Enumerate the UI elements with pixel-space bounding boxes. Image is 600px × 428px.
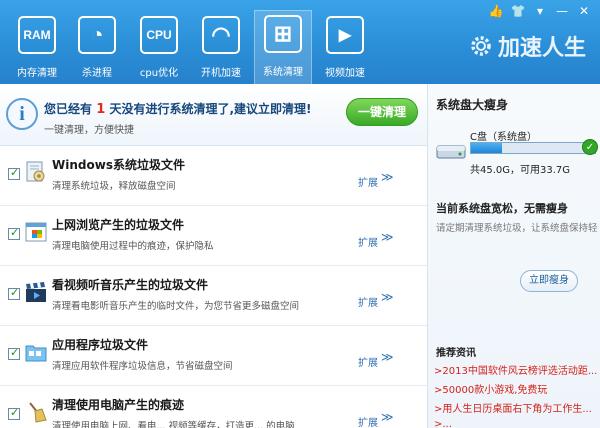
item-checkbox[interactable] [8, 406, 20, 420]
item-title: 清理使用电脑产生的痕迹 [52, 398, 185, 412]
broom-icon [29, 402, 47, 423]
news-list: >2013中国软件风云榜评选活动距... >50000款小游戏,免费玩 >用人生… [434, 362, 598, 428]
ram-icon: RAM [18, 16, 56, 54]
top-toolbar: 👍 👕 ▾ — ✕ RAM 内存清理 ◔ 杀进程 CPU cpu优化 ◠ 开机加… [0, 0, 600, 84]
expand-link[interactable]: 扩展 [358, 294, 378, 309]
menu-icon[interactable]: ▾ [530, 2, 550, 20]
minimize-button[interactable]: — [552, 2, 572, 20]
pie-chart-icon: ◔ [78, 16, 116, 54]
list-item: 看视频听音乐产生的垃圾文件 清理看电影听音乐产生的临时文件，为您节省更多磁盘空间… [0, 266, 427, 326]
news-link[interactable]: >50000款小游戏,免费玩 [434, 381, 598, 400]
chevron-down-icon[interactable]: ≫ [381, 410, 394, 424]
system-disk-panel: 系统盘大瘦身 C盘（系统盘） ✓ 共45.0G，可用33.7G 当前系统盘宽松，… [428, 84, 600, 428]
check-icon: ✓ [582, 139, 598, 155]
list-item: 应用程序垃圾文件 清理应用软件程序垃圾信息，节省磁盘空间 扩展 ≫ [0, 326, 427, 386]
chevron-down-icon[interactable]: ≫ [381, 290, 394, 304]
item-description: 清理系统垃圾，释放磁盘空间 [52, 181, 176, 192]
hard-drive-icon [436, 145, 466, 159]
news-heading: 推荐资讯 [436, 348, 476, 359]
tool-cpu-optimize[interactable]: CPU cpu优化 [130, 12, 188, 82]
banner-title-suffix: 天没有进行系统清理了,建议立即清理! [109, 102, 312, 116]
item-checkbox[interactable] [8, 286, 20, 300]
info-icon: i [6, 98, 38, 130]
windows-logo-icon: ⊞ [264, 15, 302, 53]
chevron-down-icon[interactable]: ≫ [381, 170, 394, 184]
item-title: Windows系统垃圾文件 [52, 158, 185, 172]
tool-boot-accelerate[interactable]: ◠ 开机加速 [192, 12, 250, 82]
slim-now-button[interactable]: 立即瘦身 [520, 270, 578, 292]
brand-logo: 加速人生 [468, 30, 586, 62]
item-checkbox[interactable] [8, 166, 20, 180]
days-count: 1 [96, 102, 106, 117]
item-checkbox[interactable] [8, 226, 20, 240]
item-checkbox[interactable] [8, 346, 20, 360]
brand-name: 加速人生 [497, 36, 586, 61]
expand-link[interactable]: 扩展 [358, 414, 378, 428]
expand-link[interactable]: 扩展 [358, 234, 378, 249]
browser-icon [25, 222, 47, 242]
list-item: 上网浏览产生的垃圾文件 清理电脑使用过程中的痕迹，保护隐私 扩展 ≫ [0, 206, 427, 266]
item-title: 应用程序垃圾文件 [52, 338, 149, 352]
drive-label: C盘（系统盘） [470, 132, 537, 143]
play-icon: ▶ [326, 16, 364, 54]
news-link[interactable]: >用人生日历桌面右下角为工作生... [434, 400, 598, 419]
expand-link[interactable]: 扩展 [358, 354, 378, 369]
item-title: 看视频听音乐产生的垃圾文件 [52, 278, 209, 292]
tool-label: 系统清理 [263, 67, 303, 78]
banner-title-prefix: 您已经有 [44, 102, 93, 116]
folder-icon [25, 345, 47, 362]
tool-memory-clean[interactable]: RAM 内存清理 [8, 12, 66, 82]
tool-video-accelerate[interactable]: ▶ 视频加速 [316, 12, 374, 82]
item-title: 上网浏览产生的垃圾文件 [52, 218, 185, 232]
clean-panel: i 您已经有 1 天没有进行系统清理了,建议立即清理! 一键清理，方便快捷 一键… [0, 84, 428, 428]
tool-system-clean[interactable]: ⊞ 系统清理 [254, 10, 312, 84]
gear-document-icon [26, 161, 45, 182]
speedometer-icon: ◠ [202, 16, 240, 54]
list-item: Windows系统垃圾文件 清理系统垃圾，释放磁盘空间 扩展 ≫ [0, 146, 427, 206]
tool-label: 杀进程 [82, 68, 112, 79]
cpu-icon: CPU [140, 16, 178, 54]
item-description: 清理应用软件程序垃圾信息，节省磁盘空间 [52, 361, 233, 372]
like-icon[interactable]: 👍 [486, 2, 506, 20]
item-description: 清理使用电脑上网、看电... 视频等缓存，打造更... 的电脑 [52, 421, 295, 428]
disk-usage-bar [470, 142, 596, 154]
tool-label: 内存清理 [17, 68, 57, 79]
chevron-down-icon[interactable]: ≫ [381, 350, 394, 364]
close-button[interactable]: ✕ [574, 2, 594, 20]
advice-title: 当前系统盘宽松，无需瘦身 [436, 202, 568, 215]
news-link[interactable]: >... [434, 419, 598, 428]
tool-label: cpu优化 [139, 68, 179, 79]
gear-icon [471, 36, 491, 56]
news-link[interactable]: >2013中国软件风云榜评选活动距... [434, 362, 598, 381]
tool-label: 视频加速 [325, 68, 365, 79]
item-description: 清理电脑使用过程中的痕迹，保护隐私 [52, 241, 214, 252]
chevron-down-icon[interactable]: ≫ [381, 230, 394, 244]
skin-icon[interactable]: 👕 [508, 2, 528, 20]
window-controls: 👍 👕 ▾ — ✕ [486, 2, 594, 20]
status-banner: i 您已经有 1 天没有进行系统清理了,建议立即清理! 一键清理，方便快捷 一键… [0, 84, 427, 146]
advice-subtitle: 请定期清理系统垃圾，让系统盘保持轻 [436, 223, 598, 234]
item-description: 清理看电影听音乐产生的临时文件，为您节省更多磁盘空间 [52, 301, 300, 312]
list-item: 清理使用电脑产生的痕迹 清理使用电脑上网、看电... 视频等缓存，打造更... … [0, 386, 427, 428]
one-click-clean-button[interactable]: 一键清理 [346, 98, 418, 126]
expand-link[interactable]: 扩展 [358, 174, 378, 189]
panel-heading: 系统盘大瘦身 [436, 98, 509, 112]
tool-kill-process[interactable]: ◔ 杀进程 [68, 12, 126, 82]
banner-subtitle: 一键清理，方便快捷 [44, 125, 134, 136]
banner-title: 您已经有 1 天没有进行系统清理了,建议立即清理! [44, 100, 311, 117]
disk-usage-fill [471, 143, 502, 153]
drive-capacity: 共45.0G，可用33.7G [470, 165, 571, 176]
clapperboard-icon [26, 282, 46, 302]
tool-label: 开机加速 [201, 68, 241, 79]
